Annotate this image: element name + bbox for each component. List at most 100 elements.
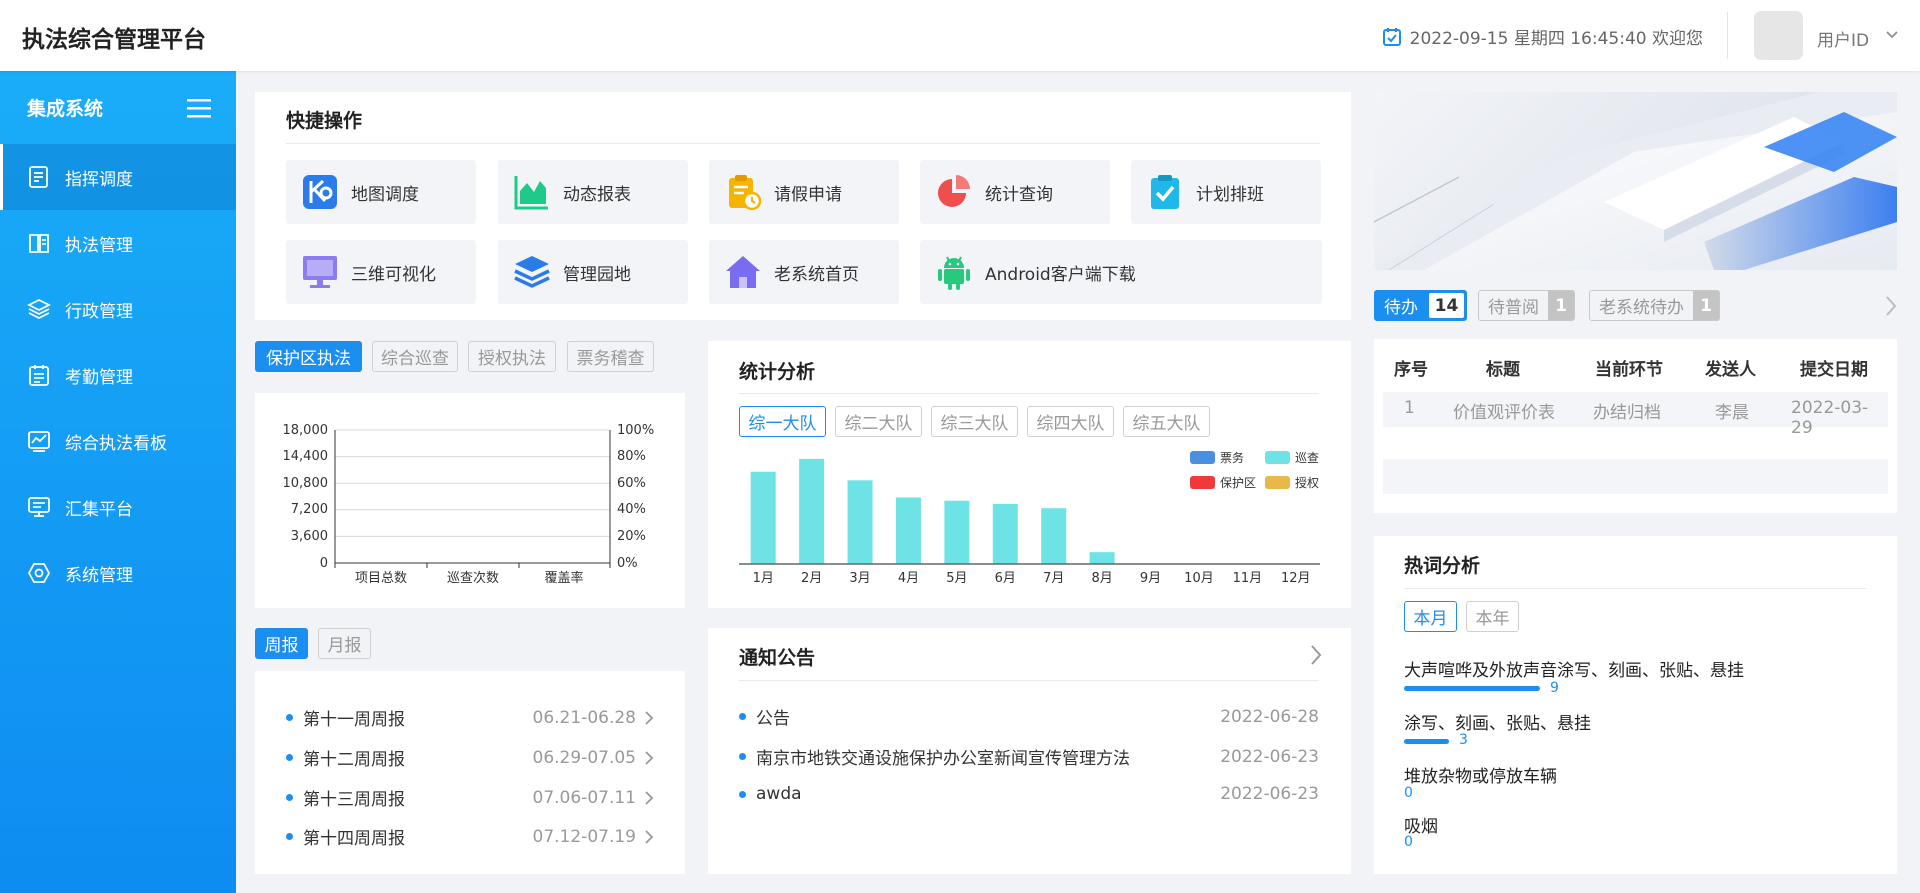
quick-btn-label: 管理园地: [563, 264, 631, 285]
list-item[interactable]: 公告 2022-06-28: [739, 704, 1319, 729]
quick-manage-garden-button[interactable]: 管理园地: [498, 240, 688, 304]
right-tick: 20%: [617, 529, 646, 544]
tab-weekly[interactable]: 周报: [255, 628, 308, 659]
tab-patrol[interactable]: 综合巡查: [372, 341, 458, 372]
protect-chart: 18,000 14,400 10,800 7,200 3,600 0 100% …: [283, 423, 655, 586]
quick-shift-plan-button[interactable]: 计划排班: [1131, 160, 1321, 224]
x-tick-label: 4月: [898, 571, 919, 586]
tab-old-system-todo[interactable]: 老系统待办 1: [1589, 290, 1720, 321]
list-item[interactable]: 南京市地铁交通设施保护办公室新闻宣传管理方法 2022-06-23: [739, 744, 1319, 769]
bullet-dot: [739, 790, 746, 798]
quick-leave-request-button[interactable]: 请假申请: [709, 160, 899, 224]
column-header: 序号: [1394, 360, 1428, 380]
quick-map-dispatch-button[interactable]: 地图调度: [286, 160, 476, 224]
report-title: 第十二周周报: [303, 750, 405, 770]
avatar[interactable]: [1754, 11, 1803, 60]
notice-title: awda: [756, 784, 802, 804]
list-item[interactable]: 第十三周周报 07.06-07.11: [286, 785, 656, 810]
home-icon: [726, 256, 760, 288]
quick-btn-label: 地图调度: [351, 184, 419, 205]
sidebar-header: 集成系统: [0, 71, 236, 144]
tab-this-month[interactable]: 本月: [1404, 601, 1457, 632]
list-item[interactable]: 第十一周周报 06.21-06.28: [286, 705, 656, 730]
todo-table-card: 序号 标题 当前环节 发送人 提交日期 1 价值观评价表 办结归档 李晨 202…: [1374, 339, 1897, 513]
user-id-label[interactable]: 用户ID: [1817, 26, 1869, 51]
clipboard-check-icon: [1151, 175, 1179, 209]
sidebar: 集成系统 指挥调度 执法管理 行政管理 考勤管理 综合执法看板 汇集平台 系统管…: [0, 71, 236, 893]
table-cell: 办结归档: [1593, 403, 1661, 423]
bullet-dot: [286, 754, 293, 761]
table-cell: 价值观评价表: [1453, 403, 1555, 423]
divider: [739, 680, 1319, 681]
hexagon-gear-icon: [27, 563, 51, 583]
quick-android-download-button[interactable]: Android客户端下载: [920, 240, 1322, 304]
quick-btn-label: 请假申请: [774, 184, 842, 205]
android-icon: [938, 256, 970, 290]
tab-ticket-audit[interactable]: 票务稽查: [567, 341, 654, 372]
notice-date: 2022-06-23: [1220, 746, 1319, 767]
tab-this-year[interactable]: 本年: [1466, 601, 1519, 632]
sidebar-item-attendance[interactable]: 考勤管理: [0, 342, 236, 408]
quick-dynamic-report-button[interactable]: 动态报表: [498, 160, 688, 224]
table-row[interactable]: 1 价值观评价表 办结归档 李晨 2022-03-29: [1383, 392, 1888, 438]
table-cell: 李晨: [1715, 403, 1749, 423]
quick-ops-title: 快捷操作: [286, 110, 363, 132]
x-category: 项目总数: [355, 571, 407, 586]
sidebar-item-admin[interactable]: 行政管理: [0, 276, 236, 342]
list-item[interactable]: 第十四周周报 07.12-07.19: [286, 824, 656, 849]
table-cell: 2022-03-29: [1791, 398, 1869, 438]
tab-authorized[interactable]: 授权执法: [468, 341, 556, 372]
quick-3d-visual-button[interactable]: 三维可视化: [286, 240, 476, 304]
hotword-count: 3: [1459, 732, 1468, 748]
chevron-right-icon[interactable]: [1308, 643, 1324, 667]
quick-stats-query-button[interactable]: 统计查询: [920, 160, 1110, 224]
quick-old-home-button[interactable]: 老系统首页: [709, 240, 899, 304]
banner-graphic: [1374, 92, 1897, 270]
chevron-right-icon[interactable]: [1884, 295, 1898, 317]
notices-title: 通知公告: [739, 647, 816, 669]
chevron-down-icon[interactable]: [1884, 27, 1900, 43]
tab-to-read[interactable]: 待普阅 1: [1478, 290, 1575, 321]
menu-icon[interactable]: [187, 98, 211, 118]
chart-bar: [992, 503, 1018, 564]
x-category: 巡查次数: [447, 570, 499, 586]
tab-monthly[interactable]: 月报: [318, 628, 371, 659]
chart-bar: [1089, 552, 1115, 564]
calendar-check-icon: [1382, 27, 1401, 46]
monitor-icon: [28, 497, 50, 517]
sidebar-item-dispatch[interactable]: 指挥调度: [0, 144, 236, 210]
left-tick: 7,200: [291, 502, 328, 517]
quick-btn-label: 统计查询: [985, 184, 1053, 205]
tab-todo[interactable]: 待办 14: [1374, 290, 1467, 321]
bullet-dot: [739, 713, 746, 720]
monitor-3d-icon: [303, 256, 337, 288]
x-tick-label: 2月: [801, 571, 822, 586]
list-item[interactable]: awda 2022-06-23: [739, 784, 1319, 804]
left-tick: 14,400: [283, 449, 329, 464]
protect-chart-card: 18,000 14,400 10,800 7,200 3,600 0 100% …: [255, 393, 685, 608]
stats-card: 统计分析 综一大队 综二大队 综三大队 综四大队 综五大队 票务 巡查 保护区 授权 …: [708, 341, 1351, 608]
legend-label: 保护区: [1220, 476, 1256, 490]
tab-protect-area[interactable]: 保护区执法: [255, 341, 362, 372]
header-divider: [1727, 12, 1728, 59]
chart-board-icon: [28, 431, 50, 452]
report-title: 第十四周周报: [303, 829, 405, 849]
hotword-count: 0: [1404, 834, 1413, 850]
sidebar-item-enforcement[interactable]: 执法管理: [0, 210, 236, 276]
list-item[interactable]: 第十二周周报 06.29-07.05: [286, 745, 656, 770]
count-badge: 14: [1429, 293, 1464, 318]
legend-label: 巡查: [1295, 451, 1319, 465]
right-tick: 0%: [617, 556, 638, 571]
left-tick: 3,600: [291, 529, 328, 544]
sidebar-item-board[interactable]: 综合执法看板: [0, 408, 236, 474]
table-cell: 1: [1404, 398, 1415, 418]
stack-icon: [514, 256, 550, 288]
x-tick-label: 6月: [995, 571, 1016, 586]
sidebar-item-platform[interactable]: 汇集平台: [0, 474, 236, 540]
bullet-dot: [739, 753, 746, 760]
hotword-label: 大声喧哗及外放声音涂写、刻画、张贴、悬挂: [1404, 661, 1744, 681]
hotword-count: 0: [1404, 785, 1413, 801]
sidebar-item-system[interactable]: 系统管理: [0, 540, 236, 606]
chart-bar: [1041, 508, 1067, 564]
column-header: 提交日期: [1800, 360, 1868, 380]
